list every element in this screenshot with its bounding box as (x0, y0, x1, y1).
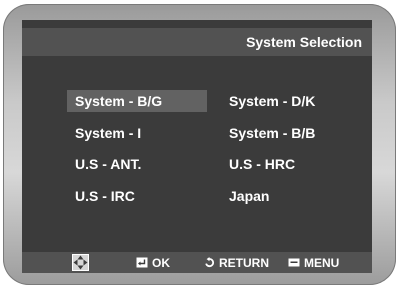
button-legend: OK RETURN MENU (22, 252, 372, 273)
return-arrow-icon (204, 257, 215, 268)
option-system-bb[interactable]: System - B/B (221, 122, 361, 144)
return-hint: RETURN (204, 252, 269, 273)
menu-hint: MENU (288, 252, 339, 273)
option-us-ant[interactable]: U.S - ANT. (67, 153, 207, 175)
osd-screen: System Selection System - B/G System - I… (22, 20, 372, 273)
navigate-hint (72, 252, 93, 273)
option-us-irc[interactable]: U.S - IRC (67, 185, 207, 207)
return-label: RETURN (219, 255, 269, 270)
option-system-bg[interactable]: System - B/G (67, 90, 207, 112)
menu-label: MENU (304, 255, 340, 270)
option-japan[interactable]: Japan (221, 185, 361, 207)
enter-key-icon (136, 257, 148, 268)
ok-label: OK (152, 255, 170, 270)
menu-button-icon (288, 258, 300, 267)
ok-hint: OK (136, 252, 170, 273)
option-system-i[interactable]: System - I (67, 122, 207, 144)
option-us-hrc[interactable]: U.S - HRC (221, 153, 361, 175)
option-system-dk[interactable]: System - D/K (221, 90, 361, 112)
title-bar: System Selection (22, 28, 372, 56)
four-way-arrows-icon (72, 254, 89, 271)
page-title: System Selection (246, 34, 362, 50)
